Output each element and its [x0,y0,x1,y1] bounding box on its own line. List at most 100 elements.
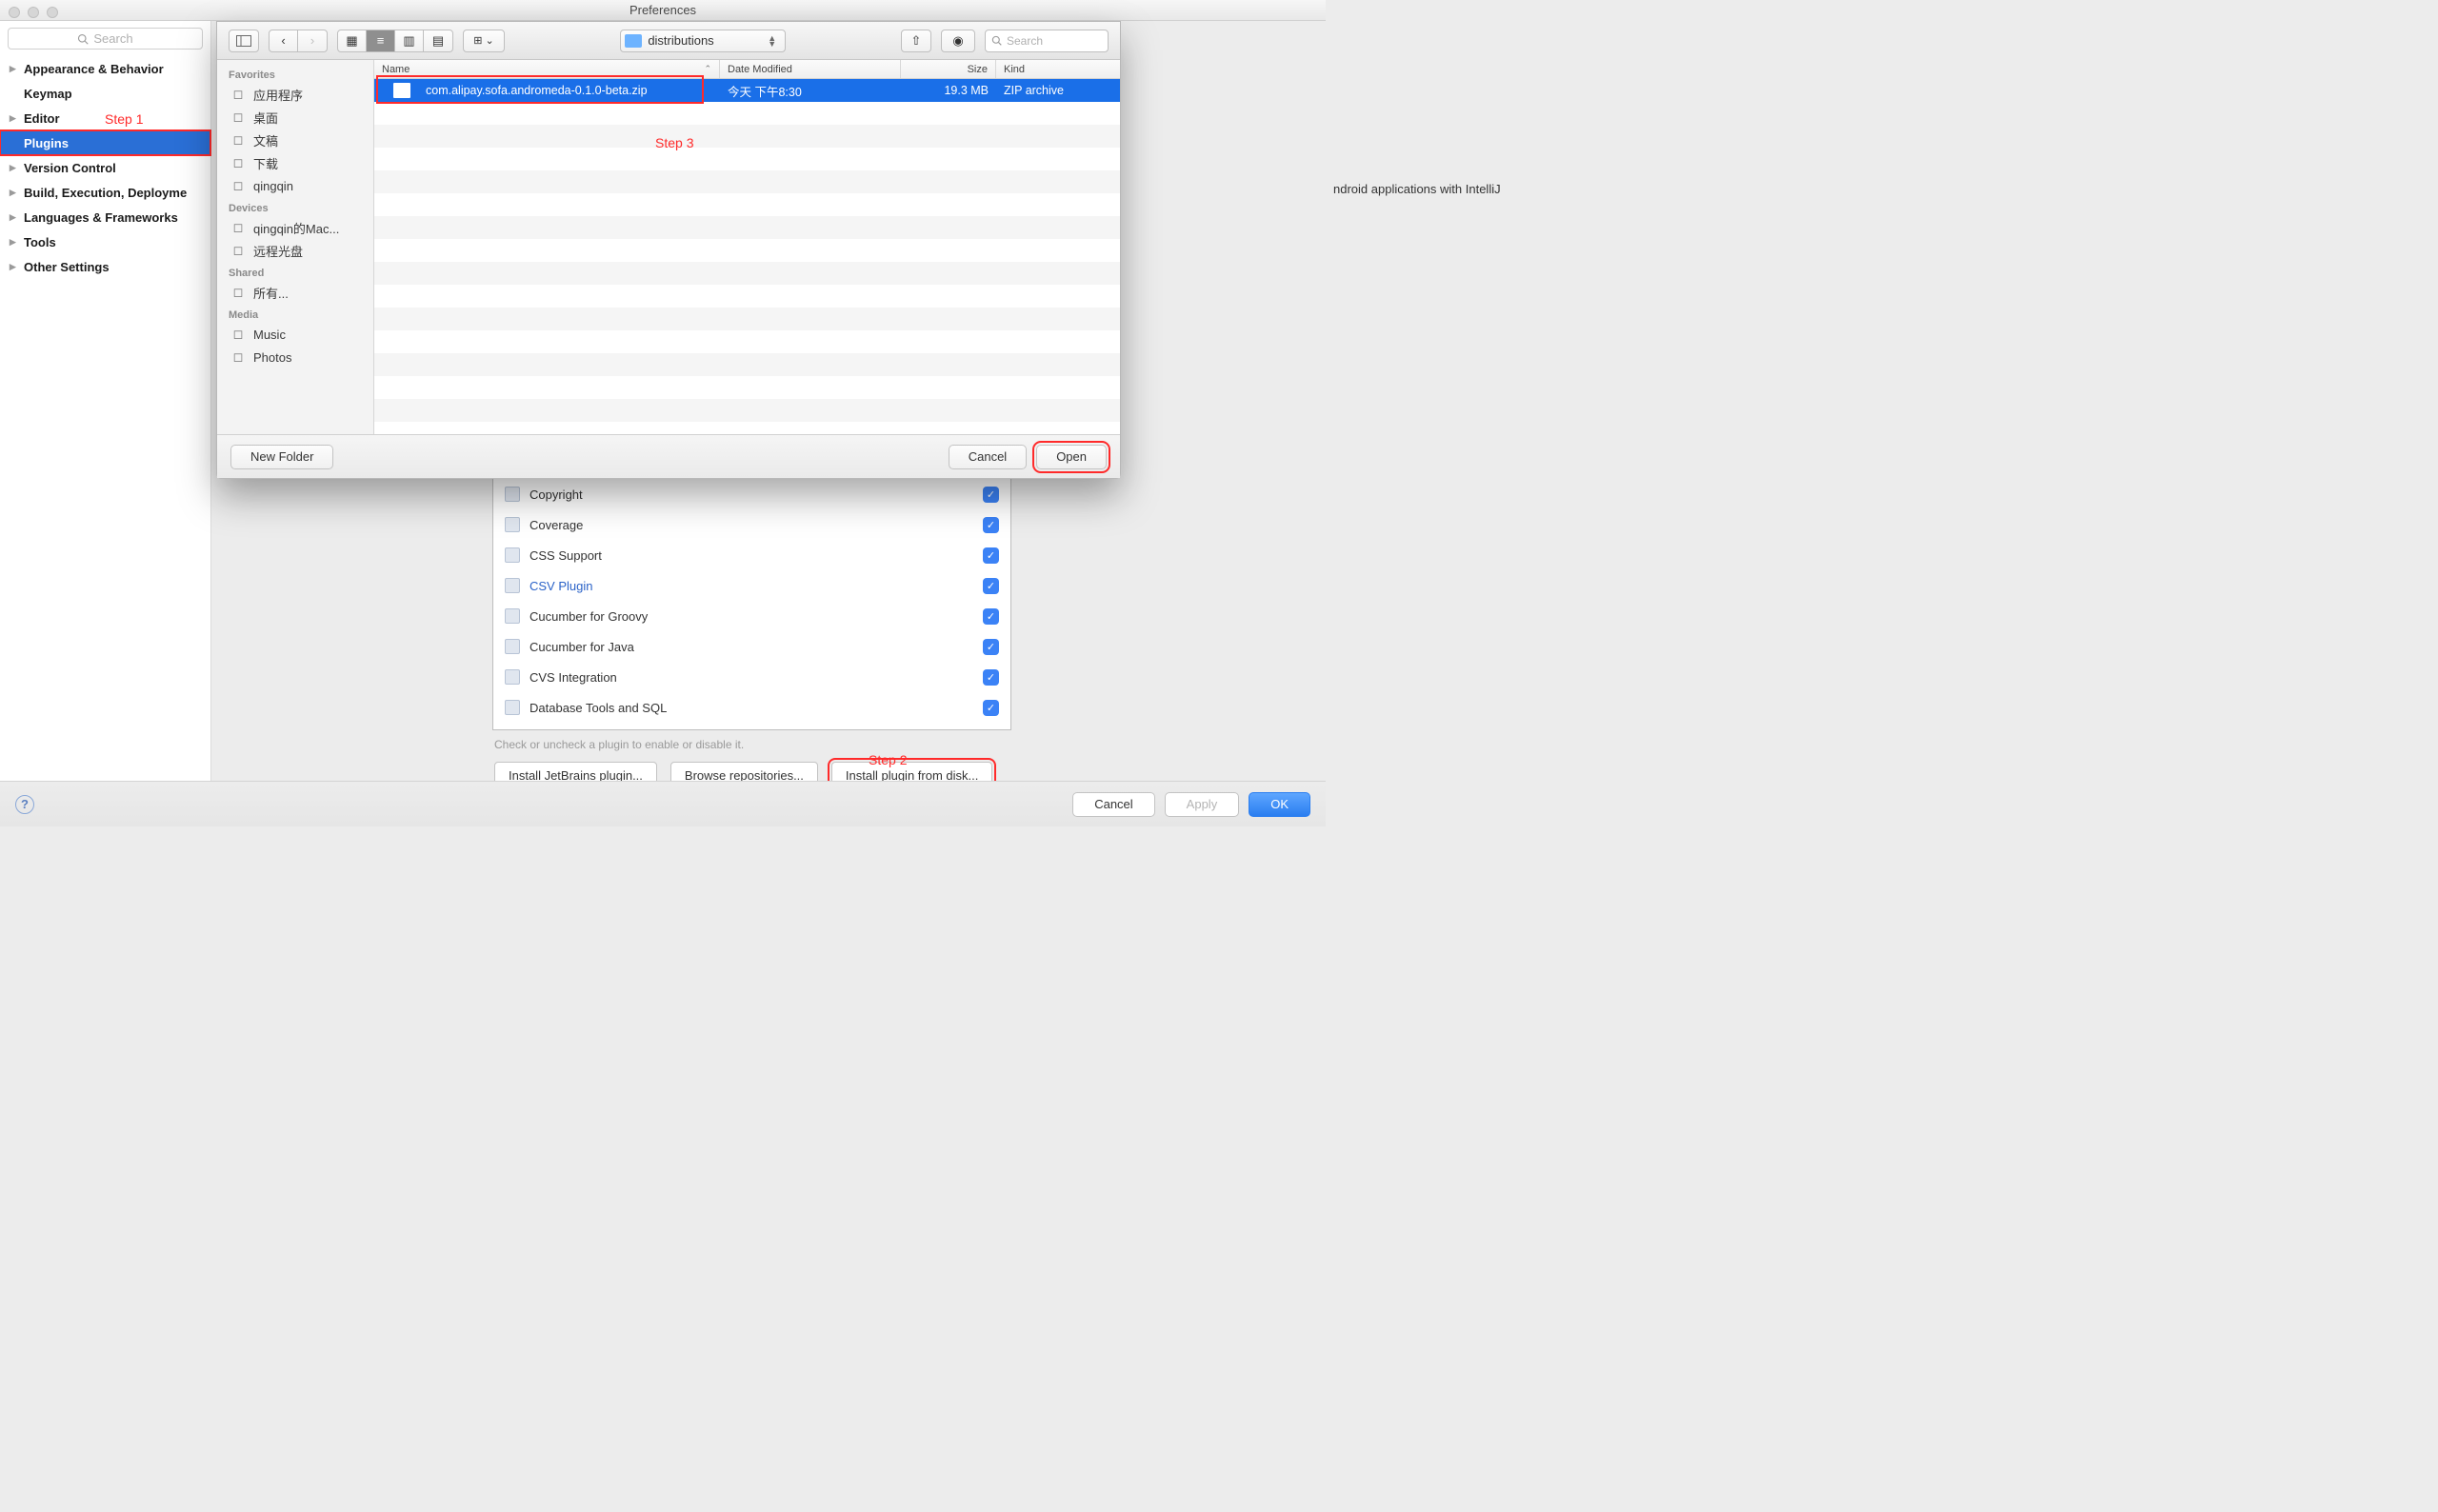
sidebar-item-label: Other Settings [24,260,110,274]
sidebar-item-editor[interactable]: ▸Editor [0,106,210,130]
preferences-search-input[interactable]: Search [8,28,203,50]
plugin-name: Coverage [530,518,973,532]
view-icons-button[interactable]: ▦ [338,30,367,51]
apply-button[interactable]: Apply [1165,792,1240,817]
cancel-button[interactable]: Cancel [1072,792,1154,817]
nav-back-forward: ‹ › [269,30,328,52]
plugin-checkbox[interactable]: ✓ [983,487,999,503]
plugin-row[interactable]: Database Tools and SQL✓ [493,692,1010,723]
plugin-checkbox[interactable]: ✓ [983,639,999,655]
plugin-row[interactable]: Coverage ✓ [493,509,1010,540]
view-columns-button[interactable]: ▥ [395,30,424,51]
plugin-description-fragment: ndroid applications with IntelliJ [1333,180,1533,199]
plugin-icon [505,639,520,654]
sidebar-location-item[interactable]: ◻Photos [217,346,373,368]
plugin-name: CSV Plugin [530,579,973,593]
view-list-button[interactable]: ≡ [367,30,395,51]
sidebar-section-header: Favorites [217,64,373,83]
group-by-button[interactable]: ⊞ ⌄ [463,30,505,52]
disclosure-triangle-icon: ▸ [10,110,18,126]
sidebar-item-version-control[interactable]: ▸Version Control [0,155,210,180]
sidebar-item-languages-frameworks[interactable]: ▸Languages & Frameworks [0,205,210,229]
sidebar-item-appearance-behavior[interactable]: ▸Appearance & Behavior [0,56,210,81]
location-label: 文稿 [253,131,278,149]
disclosure-triangle-icon: ▸ [10,259,18,274]
sidebar-location-item[interactable]: ◻文稿 [217,129,373,151]
file-rows: com.alipay.sofa.andromeda-0.1.0-beta.zip… [374,79,1120,434]
sidebar-location-item[interactable]: ◻远程光盘 [217,239,373,262]
file-picker-open-button[interactable]: Open [1036,445,1107,469]
sidebar-item-keymap[interactable]: ▸Keymap [0,81,210,106]
location-icon: ◻ [230,179,246,192]
sidebar-toggle-button[interactable] [229,30,259,52]
sidebar-location-item[interactable]: ◻下载 [217,151,373,174]
location-label: qingqin [253,179,293,193]
file-icon [393,83,410,98]
plugin-checkbox[interactable]: ✓ [983,669,999,686]
location-label: 下载 [253,154,278,172]
plugin-checkbox[interactable]: ✓ [983,608,999,625]
location-icon: ◻ [230,88,246,101]
sidebar-location-item[interactable]: ◻Music [217,323,373,346]
location-icon: ◻ [230,328,246,341]
search-placeholder: Search [93,31,132,46]
new-folder-button[interactable]: New Folder [230,445,333,469]
sidebar-location-item[interactable]: ◻应用程序 [217,83,373,106]
search-icon [991,35,1002,46]
sidebar-section-header: Media [217,304,373,323]
nav-forward-button[interactable]: › [298,30,327,51]
sidebar-location-item[interactable]: ◻ 桌面 [217,106,373,129]
sidebar-item-label: Plugins [24,136,69,150]
plugin-icon [505,700,520,715]
share-button[interactable]: ⇧ [901,30,931,52]
traffic-lights [9,7,58,18]
tag-icon: ◉ [952,33,963,49]
disclosure-triangle-icon: ▸ [10,185,18,200]
sidebar-item-other-settings[interactable]: ▸ Other Settings [0,254,210,279]
view-coverflow-button[interactable]: ▤ [424,30,452,51]
plugin-hint-text: Check or uncheck a plugin to enable or d… [494,738,744,751]
plugin-row[interactable]: Cucumber for Java✓ [493,631,1010,662]
plugin-name: CVS Integration [530,670,973,685]
sidebar-item-build-execution-deployme[interactable]: ▸ Build, Execution, Deployme [0,180,210,205]
plugin-icon [505,669,520,685]
grid-icon: ▦ [346,33,357,49]
help-button[interactable]: ? [15,795,34,814]
share-icon: ⇧ [911,33,922,49]
sidebar-location-item[interactable]: ◻ qingqin [217,174,373,197]
file-list-header: Name⌃ Date Modified Size Kind [374,60,1120,79]
tags-button[interactable]: ◉ [941,30,975,52]
location-label: 桌面 [253,109,278,127]
location-icon: ◻ [230,110,246,124]
file-row[interactable]: com.alipay.sofa.andromeda-0.1.0-beta.zip… [374,79,1120,102]
plugin-checkbox[interactable]: ✓ [983,578,999,594]
plugin-checkbox[interactable]: ✓ [983,517,999,533]
plugin-checkbox[interactable]: ✓ [983,547,999,564]
sidebar-item-label: Tools [24,235,56,249]
disclosure-triangle-icon: ▸ [10,209,18,225]
column-size-header[interactable]: Size [901,60,996,78]
column-date-header[interactable]: Date Modified [720,60,901,78]
path-dropdown[interactable]: distributions ▲▼ [620,30,785,52]
sidebar-location-item[interactable]: ◻所有... [217,281,373,304]
plugin-row[interactable]: Copyright✓ [493,479,1010,509]
file-picker-search-input[interactable]: Search [985,30,1109,52]
sidebar-item-plugins[interactable]: ▸Plugins [0,130,210,155]
column-name-header[interactable]: Name⌃ [374,60,720,78]
file-kind: ZIP archive [996,84,1120,97]
file-name: com.alipay.sofa.andromeda-0.1.0-beta.zip [418,84,720,97]
sidebar-item-tools[interactable]: ▸Tools [0,229,210,254]
file-picker-cancel-button[interactable]: Cancel [949,445,1027,469]
plugin-row[interactable]: CSV Plugin ✓ [493,570,1010,601]
sidebar-location-item[interactable]: ◻qingqin的Mac... [217,216,373,239]
location-label: 远程光盘 [253,242,303,260]
plugin-checkbox[interactable]: ✓ [983,700,999,716]
sidebar-item-label: Build, Execution, Deployme [24,186,187,200]
nav-back-button[interactable]: ‹ [270,30,298,51]
plugin-row[interactable]: CSS Support✓ [493,540,1010,570]
ok-button[interactable]: OK [1249,792,1310,817]
plugin-row[interactable]: Cucumber for Groovy✓ [493,601,1010,631]
column-kind-header[interactable]: Kind [996,60,1120,78]
plugin-row[interactable]: CVS Integration ✓ [493,662,1010,692]
location-label: 所有... [253,284,289,302]
